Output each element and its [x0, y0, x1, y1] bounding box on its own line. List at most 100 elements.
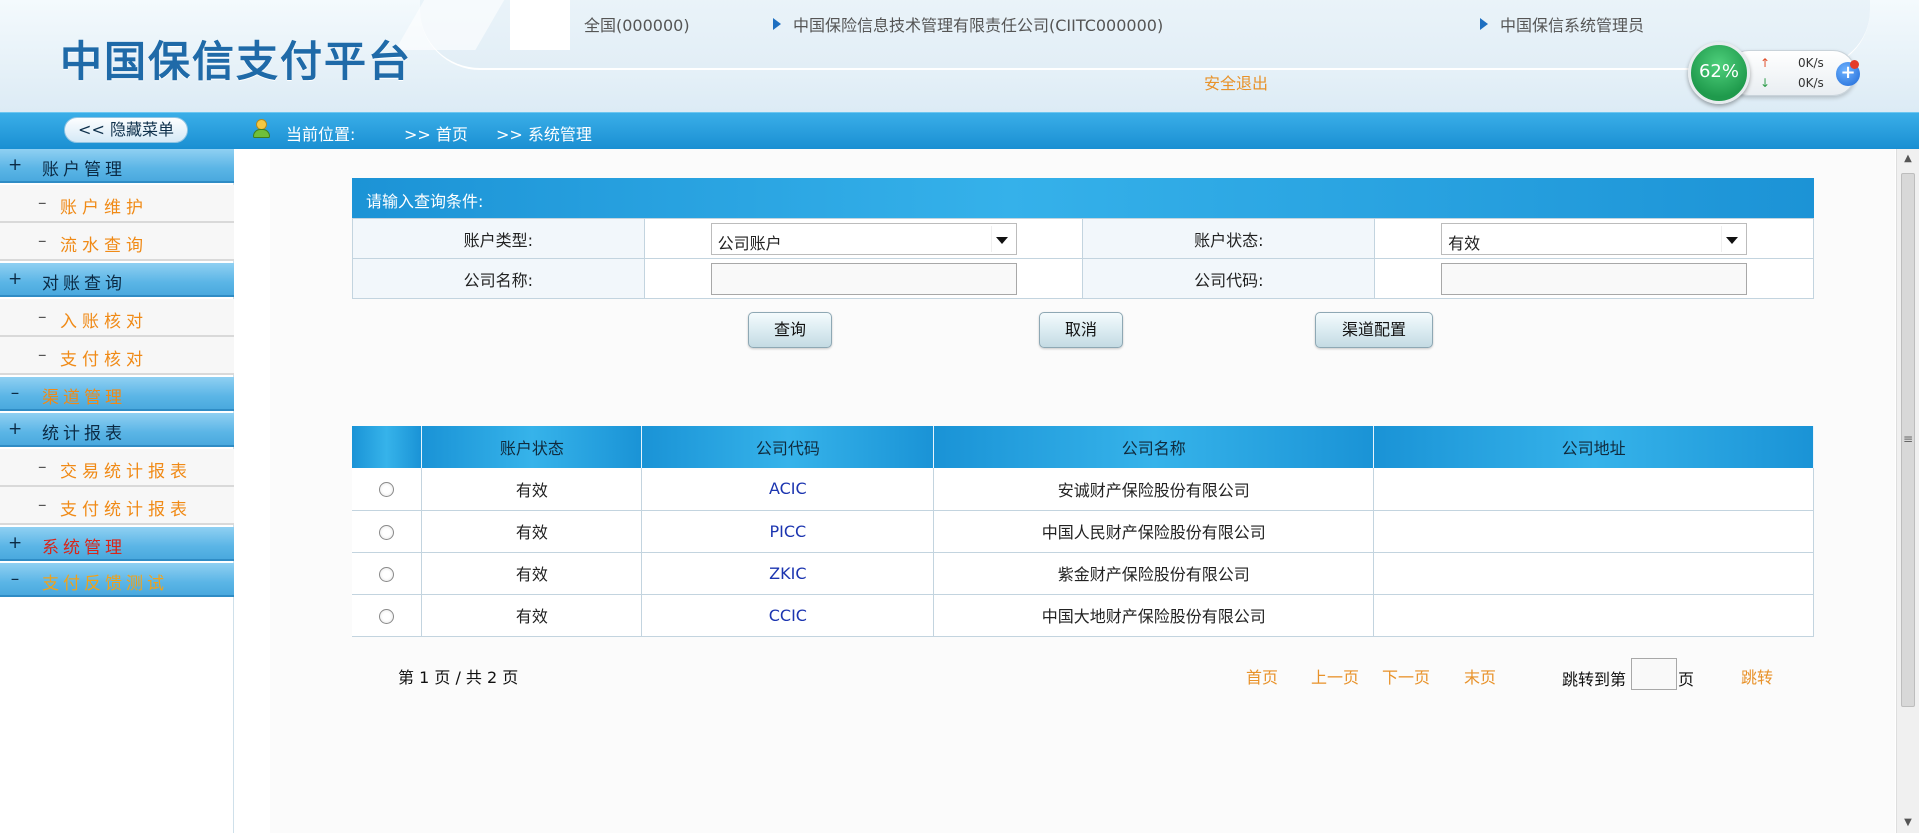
menu-item-trade-report[interactable]: – 交易统计报表	[0, 449, 234, 487]
scroll-up-icon[interactable]: ▲	[1897, 149, 1919, 169]
cell-address	[1373, 510, 1814, 553]
menu-group-system[interactable]: + 系统管理	[0, 527, 234, 561]
bullet-icon: –	[38, 193, 47, 213]
column-header-select	[352, 426, 423, 468]
menu-item-flow-query[interactable]: – 流水查询	[0, 223, 234, 261]
network-monitor-widget[interactable]: 62% ↑ ↓ 0K/s 0K/s +	[1686, 40, 1866, 106]
row-radio-button[interactable]	[379, 524, 395, 540]
expand-icon: +	[8, 155, 23, 175]
menu-item-label: 入账核对	[60, 312, 148, 332]
row-radio-button[interactable]	[379, 566, 395, 582]
menu-group-account[interactable]: + 账户管理	[0, 149, 234, 183]
dropdown-arrow-icon	[995, 236, 1008, 244]
menu-group-label: 账户管理	[42, 160, 126, 180]
column-header-address: 公司地址	[1373, 426, 1814, 468]
menu-item-label: 流水查询	[60, 236, 148, 256]
column-header-name: 公司名称	[933, 426, 1375, 468]
account-status-label: 账户状态:	[1082, 218, 1376, 259]
cell-name: 中国人民财产保险股份有限公司	[933, 510, 1375, 553]
triangle-right-icon	[1480, 18, 1488, 30]
channel-config-button[interactable]: 渠道配置	[1315, 312, 1433, 348]
region-text: 全国(000000)	[584, 16, 690, 35]
row-radio-button[interactable]	[379, 608, 395, 624]
grip-icon: ≡	[1903, 432, 1914, 446]
usage-gauge[interactable]: 62%	[1688, 42, 1750, 104]
cell-code: ACIC	[641, 468, 935, 511]
app-title: 中国保信支付平台	[60, 37, 413, 86]
triangle-right-icon	[773, 18, 781, 30]
account-status-select[interactable]: 有效	[1441, 222, 1748, 255]
hide-menu-button[interactable]: << 隐藏菜单	[64, 117, 188, 143]
query-title: 请输入查询条件:	[352, 178, 1814, 218]
column-header-code: 公司代码	[641, 426, 935, 468]
menu-item-payment-check[interactable]: – 支付核对	[0, 337, 234, 375]
jump-suffix-label: 页	[1678, 670, 1695, 689]
jump-button[interactable]: 跳转	[1741, 664, 1773, 688]
menu-group-label: 对账查询	[42, 274, 126, 294]
column-header-status: 账户状态	[421, 426, 643, 468]
nav-bar: << 隐藏菜单 当前位置: >> 首页 >> 系统管理	[0, 112, 1919, 149]
user-role-text: 中国保信系统管理员	[1500, 16, 1645, 35]
expand-icon: +	[8, 533, 23, 553]
company-name-label: 公司名称:	[352, 258, 645, 299]
cell-status: 有效	[421, 552, 643, 595]
last-page-link[interactable]: 末页	[1464, 664, 1496, 688]
account-type-value: 公司账户	[717, 233, 782, 253]
user-info: 中国保信系统管理员	[1480, 12, 1644, 36]
table-header-row: 账户状态 公司代码 公司名称 公司地址	[352, 426, 1814, 468]
menu-group-reconcile[interactable]: + 对账查询	[0, 263, 234, 297]
cell-status: 有效	[421, 594, 643, 637]
next-page-link[interactable]: 下一页	[1382, 664, 1430, 688]
table-row[interactable]: 有效 PICC 中国人民财产保险股份有限公司	[352, 510, 1814, 553]
cell-address	[1373, 552, 1814, 595]
first-page-link[interactable]: 首页	[1246, 664, 1278, 688]
account-type-select[interactable]: 公司账户	[710, 222, 1017, 255]
table-row[interactable]: 有效 CCIC 中国大地财产保险股份有限公司	[352, 594, 1814, 637]
search-button[interactable]: 查询	[748, 312, 832, 348]
menu-item-label: 账户维护	[60, 198, 148, 218]
cell-name: 中国大地财产保险股份有限公司	[933, 594, 1375, 637]
vertical-scrollbar[interactable]: ▲ ≡ ▼	[1896, 149, 1919, 833]
menu-group-label: 系统管理	[42, 538, 126, 558]
bullet-icon: –	[38, 345, 47, 365]
prev-page-link[interactable]: 上一页	[1311, 664, 1359, 688]
company-name-input[interactable]	[710, 262, 1017, 295]
cancel-button[interactable]: 取消	[1039, 312, 1123, 348]
cell-name: 紫金财产保险股份有限公司	[933, 552, 1375, 595]
menu-item-account-maintain[interactable]: – 账户维护	[0, 185, 234, 223]
table-row[interactable]: 有效 ZKIC 紫金财产保险股份有限公司	[352, 552, 1814, 595]
menu-group-label: 支付反馈测试	[42, 574, 168, 594]
expand-icon: +	[8, 419, 23, 439]
header-blank	[510, 0, 570, 50]
menu-group-label: 统计报表	[42, 424, 126, 444]
bullet-icon: –	[38, 307, 47, 327]
menu-item-income-check[interactable]: – 入账核对	[0, 299, 234, 337]
header: 中国保信支付平台 全国(000000) 中国保险信息技术管理有限责任公司(CII…	[0, 0, 1919, 112]
jump-page-input[interactable]	[1631, 658, 1677, 690]
download-arrow-icon: ↓	[1760, 76, 1771, 90]
breadcrumb-system[interactable]: >> 系统管理	[496, 121, 592, 145]
menu-group-feedback-test[interactable]: – 支付反馈测试	[0, 563, 234, 597]
company-code-input[interactable]	[1441, 262, 1748, 295]
expand-icon: +	[8, 269, 23, 289]
cell-code: CCIC	[641, 594, 935, 637]
logout-link[interactable]: 安全退出	[1204, 70, 1268, 94]
cell-address	[1373, 468, 1814, 511]
menu-item-label: 支付统计报表	[60, 500, 192, 520]
menu-group-report[interactable]: + 统计报表	[0, 413, 234, 447]
menu-group-channel[interactable]: – 渠道管理	[0, 377, 234, 411]
query-form: 账户类型: 公司账户 账户状态: 有效 公司名称: 公司代码:	[352, 218, 1814, 299]
bullet-icon: –	[38, 231, 47, 251]
region-info: 全国(000000)	[584, 12, 690, 36]
account-type-label: 账户类型:	[352, 218, 645, 259]
user-icon	[252, 119, 270, 139]
bullet-icon: –	[38, 457, 47, 477]
menu-item-label: 交易统计报表	[60, 462, 192, 482]
row-radio-button[interactable]	[379, 482, 395, 498]
table-row[interactable]: 有效 ACIC 安诚财产保险股份有限公司	[352, 468, 1814, 511]
collapse-icon: –	[10, 383, 20, 403]
menu-item-label: 支付核对	[60, 350, 148, 370]
scroll-down-icon[interactable]: ▼	[1897, 813, 1919, 833]
menu-item-payment-report[interactable]: – 支付统计报表	[0, 487, 234, 525]
breadcrumb-home[interactable]: >> 首页	[404, 121, 468, 145]
